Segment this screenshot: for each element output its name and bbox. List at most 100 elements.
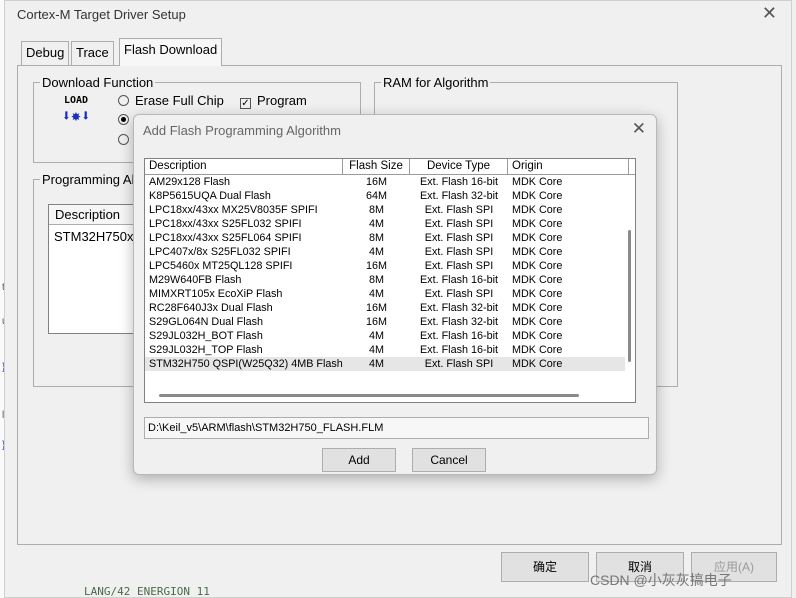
horizontal-scroll-thumb[interactable] bbox=[159, 394, 579, 397]
cell-origin: MDK Core bbox=[512, 176, 563, 188]
cell-description: S29GL064N Dual Flash bbox=[149, 316, 264, 328]
erase-full-chip-option[interactable]: Erase Full Chip bbox=[118, 93, 224, 108]
table-row[interactable]: LPC18xx/43xx S25FL032 SPIFI 4M Ext. Flash … bbox=[145, 217, 635, 231]
cell-device-type: Ext. Flash SPI bbox=[424, 358, 494, 370]
vertical-scrollbar[interactable] bbox=[625, 175, 635, 386]
cell-origin: MDK Core bbox=[512, 344, 563, 356]
load-icon: LOAD ⬇✸⬇ bbox=[60, 95, 92, 131]
cell-description: STM32H750 QSPI(W25Q32) 4MB Flash bbox=[149, 358, 343, 370]
flash-algorithm-table[interactable]: Description Flash Size Device Type Origi… bbox=[144, 158, 636, 403]
cell-description: M29W640FB Flash bbox=[149, 274, 242, 286]
table-row[interactable]: STM32H750 QSPI(W25Q32) 4MB Flash 4M Ext. F… bbox=[145, 357, 635, 371]
cell-device-type: Ext. Flash SPI bbox=[424, 232, 494, 244]
cell-flash-size: 8M bbox=[369, 232, 384, 244]
download-function-legend: Download Function bbox=[42, 75, 154, 90]
cell-origin: MDK Core bbox=[512, 274, 563, 286]
cell-device-type: Ext. Flash 32-bit bbox=[419, 316, 498, 328]
cell-flash-size: 4M bbox=[369, 344, 384, 356]
program-checkbox[interactable]: ✓ bbox=[240, 98, 251, 109]
table-header: Description Flash Size Device Type Origi… bbox=[145, 159, 635, 175]
cell-description: AM29x128 Flash bbox=[149, 176, 231, 188]
dialog-cancel-button[interactable]: Cancel bbox=[412, 448, 486, 472]
cell-device-type: Ext. Flash SPI bbox=[424, 260, 494, 272]
cell-description: LPC18xx/43xx S25FL064 SPIFI bbox=[149, 232, 302, 244]
cell-origin: MDK Core bbox=[512, 288, 563, 300]
table-row[interactable]: MIMXRT105x EcoXiP Flash 4M Ext. Flash SPI M… bbox=[145, 287, 635, 301]
add-button[interactable]: Add bbox=[322, 448, 396, 472]
tab-debug[interactable]: Debug bbox=[21, 41, 70, 65]
column-header-origin[interactable]: Origin bbox=[508, 159, 629, 174]
column-header-flash-size[interactable]: Flash Size bbox=[343, 159, 410, 174]
cell-description: S29JL032H_TOP Flash bbox=[149, 344, 263, 356]
cell-description: RC28F640J3x Dual Flash bbox=[149, 302, 273, 314]
cell-device-type: Ext. Flash 16-bit bbox=[419, 176, 498, 188]
cell-description: LPC407x/8x S25FL032 SPIFI bbox=[149, 246, 291, 258]
horizontal-scrollbar[interactable] bbox=[145, 390, 625, 402]
dialog-title: Add Flash Programming Algorithm bbox=[143, 123, 341, 138]
cell-flash-size: 4M bbox=[369, 358, 384, 370]
table-row[interactable]: LPC5460x MT25QL128 SPIFI 16M Ext. Flash SP… bbox=[145, 259, 635, 273]
program-option[interactable]: ✓ Program bbox=[240, 93, 307, 109]
cell-flash-size: 16M bbox=[365, 260, 387, 272]
window-close-icon[interactable]: ✕ bbox=[762, 3, 777, 24]
erase-full-chip-label: Erase Full Chip bbox=[135, 93, 224, 108]
algorithm-path-field: D:\Keil_v5\ARM\flash\STM32H750_FLASH.FLM bbox=[144, 417, 649, 439]
cell-flash-size: 16M bbox=[365, 302, 387, 314]
vertical-scroll-thumb[interactable] bbox=[628, 230, 631, 362]
cell-origin: MDK Core bbox=[512, 358, 563, 370]
erase-sectors-radio[interactable] bbox=[118, 114, 129, 125]
add-flash-algorithm-dialog: Add Flash Programming Algorithm ✕ Descri… bbox=[133, 114, 657, 475]
erase-full-chip-radio[interactable] bbox=[118, 95, 129, 106]
do-not-erase-radio[interactable] bbox=[118, 134, 129, 145]
cell-origin: MDK Core bbox=[512, 316, 563, 328]
cell-device-type: Ext. Flash SPI bbox=[424, 204, 494, 216]
table-row[interactable]: S29GL064N Dual Flash 16M Ext. Flash 32-bit… bbox=[145, 315, 635, 329]
cell-device-type: Ext. Flash 16-bit bbox=[419, 274, 498, 286]
table-row[interactable]: K8P5615UQA Dual Flash 64M Ext. Flash 32-bi… bbox=[145, 189, 635, 203]
cell-flash-size: 16M bbox=[365, 176, 387, 188]
table-row[interactable]: S29JL032H_BOT Flash 4M Ext. Flash 16-bit MD… bbox=[145, 329, 635, 343]
table-body: AM29x128 Flash 16M Ext. Flash 16-bit MDK Co… bbox=[145, 175, 635, 371]
cell-description: MIMXRT105x EcoXiP Flash bbox=[149, 288, 283, 300]
cell-flash-size: 8M bbox=[369, 204, 384, 216]
window-title: Cortex-M Target Driver Setup bbox=[17, 7, 186, 22]
program-label: Program bbox=[257, 93, 307, 108]
cell-device-type: Ext. Flash SPI bbox=[424, 288, 494, 300]
table-row[interactable]: LPC407x/8x S25FL032 SPIFI 4M Ext. Flash SP… bbox=[145, 245, 635, 259]
ok-button[interactable]: 确定 bbox=[501, 552, 589, 582]
cell-description: LPC18xx/43xx S25FL032 SPIFI bbox=[149, 218, 302, 230]
table-row[interactable]: LPC18xx/43xx S25FL064 SPIFI 8M Ext. Flash … bbox=[145, 231, 635, 245]
cell-origin: MDK Core bbox=[512, 260, 563, 272]
cell-flash-size: 4M bbox=[369, 330, 384, 342]
cell-description: LPC5460x MT25QL128 SPIFI bbox=[149, 260, 293, 272]
cell-origin: MDK Core bbox=[512, 246, 563, 258]
watermark: CSDN @小灰灰搞电子 bbox=[590, 572, 732, 588]
cell-device-type: Ext. Flash 16-bit bbox=[419, 330, 498, 342]
cell-device-type: Ext. Flash SPI bbox=[424, 246, 494, 258]
cell-origin: MDK Core bbox=[512, 204, 563, 216]
background-code-line: LANG/42 ENERGION 11 bbox=[84, 585, 210, 598]
column-header-device-type[interactable]: Device Type bbox=[410, 159, 508, 174]
table-row[interactable]: LPC18xx/43xx MX25V8035F SPIFI 8M Ext. Flas… bbox=[145, 203, 635, 217]
table-row[interactable]: M29W640FB Flash 8M Ext. Flash 16-bit MDK Co… bbox=[145, 273, 635, 287]
cell-flash-size: 4M bbox=[369, 288, 384, 300]
cell-device-type: Ext. Flash 32-bit bbox=[419, 302, 498, 314]
cell-device-type: Ext. Flash 16-bit bbox=[419, 344, 498, 356]
cell-description: S29JL032H_BOT Flash bbox=[149, 330, 263, 342]
tab-trace[interactable]: Trace bbox=[71, 41, 114, 65]
ram-for-algorithm-legend: RAM for Algorithm bbox=[383, 75, 489, 90]
cell-flash-size: 4M bbox=[369, 246, 384, 258]
dialog-close-icon[interactable]: ✕ bbox=[632, 119, 646, 139]
cell-origin: MDK Core bbox=[512, 190, 563, 202]
cell-origin: MDK Core bbox=[512, 302, 563, 314]
cell-origin: MDK Core bbox=[512, 232, 563, 244]
table-row[interactable]: AM29x128 Flash 16M Ext. Flash 16-bit MDK Co… bbox=[145, 175, 635, 189]
cell-flash-size: 16M bbox=[365, 316, 387, 328]
cell-device-type: Ext. Flash 32-bit bbox=[419, 190, 498, 202]
tab-flash-download[interactable]: Flash Download bbox=[119, 38, 223, 66]
cell-device-type: Ext. Flash SPI bbox=[424, 218, 494, 230]
column-header-description[interactable]: Description bbox=[145, 159, 343, 174]
table-row[interactable]: S29JL032H_TOP Flash 4M Ext. Flash 16-bit MD… bbox=[145, 343, 635, 357]
table-row[interactable]: RC28F640J3x Dual Flash 16M Ext. Flash 32-b… bbox=[145, 301, 635, 315]
cell-description: K8P5615UQA Dual Flash bbox=[149, 190, 271, 202]
